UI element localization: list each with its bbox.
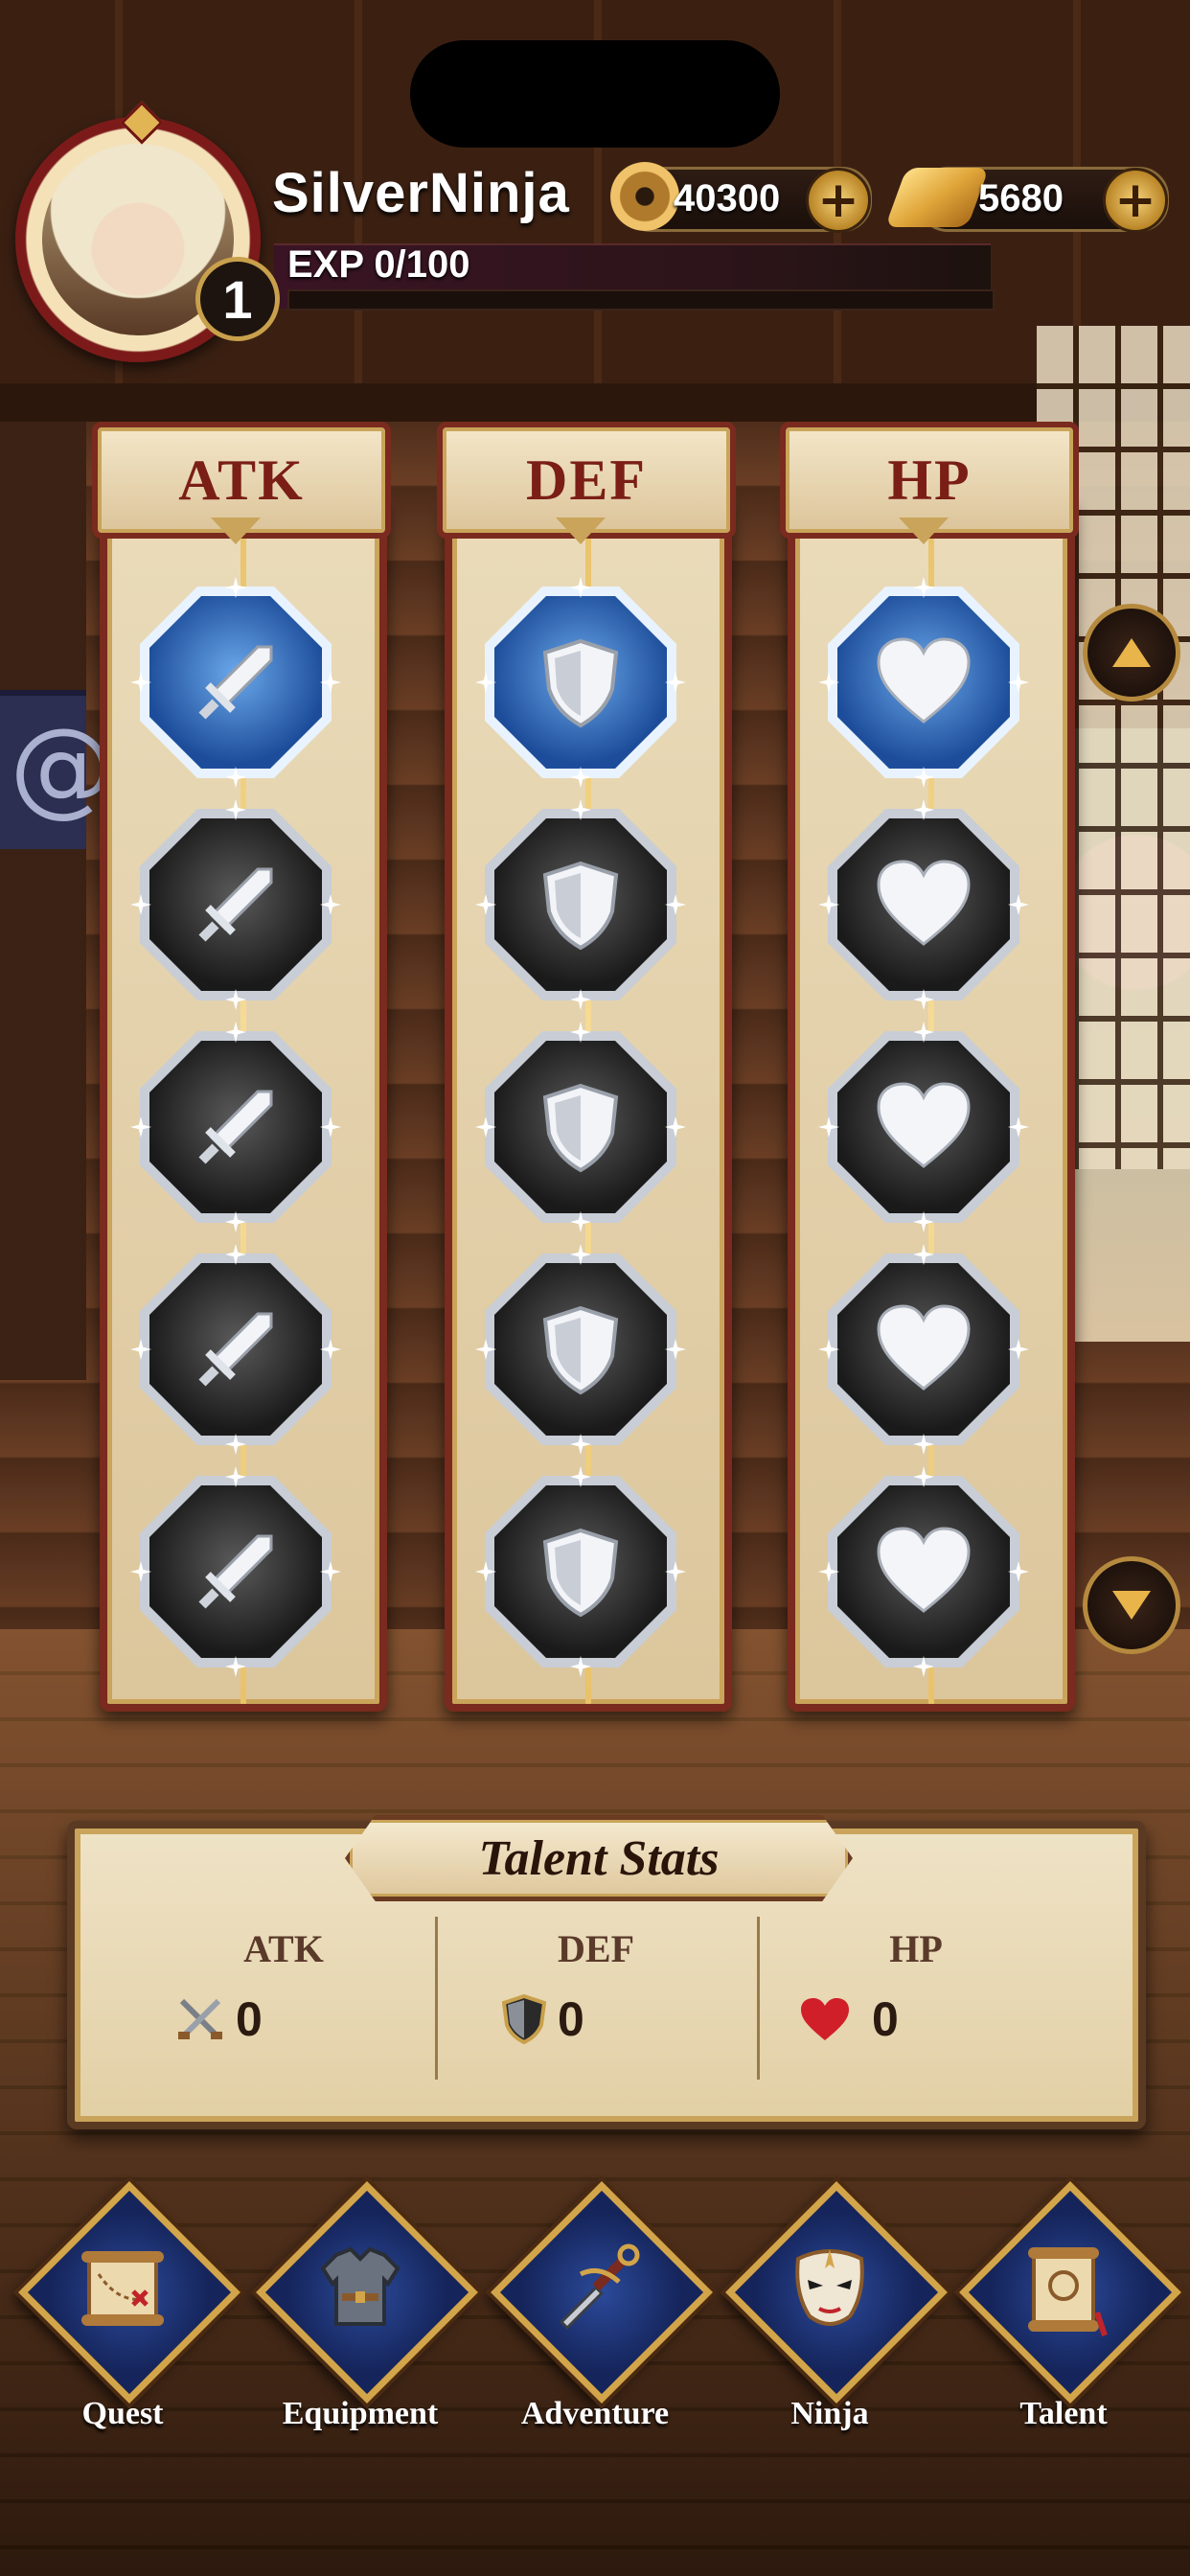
nav-ninja[interactable]: Ninja <box>724 2181 948 2434</box>
nav-label: Adventure <box>520 2396 670 2431</box>
stat-label: HP <box>889 1927 943 1970</box>
heart-icon <box>828 1476 1019 1668</box>
talent-column-atk: ATK <box>92 422 391 1712</box>
talent-node[interactable] <box>475 1022 686 1232</box>
wall-banner <box>0 690 115 849</box>
coin-icon <box>610 162 679 231</box>
talent-node[interactable] <box>818 1022 1029 1232</box>
add-gold-button[interactable]: + <box>1103 168 1168 233</box>
heart-icon <box>828 586 1019 778</box>
stat-label: DEF <box>558 1927 634 1970</box>
mask-icon <box>724 2221 935 2356</box>
chevron-down-icon <box>899 518 949 546</box>
talent-node[interactable] <box>818 799 1029 1010</box>
chevron-down-icon <box>211 518 261 546</box>
shield-icon <box>485 1254 676 1445</box>
stat-hp: HP 0 <box>772 1926 1060 2089</box>
talent-node[interactable] <box>475 577 686 788</box>
nav-label: Equipment <box>282 2396 439 2431</box>
nav-label: Ninja <box>790 2396 869 2431</box>
stat-label: ATK <box>243 1927 324 1970</box>
divider <box>757 1917 760 2080</box>
shield-icon <box>498 1993 550 2045</box>
exp-text: EXP 0/100 <box>287 243 470 286</box>
arrow-down-icon <box>1112 1591 1151 1620</box>
nav-talent[interactable]: Talent <box>958 2181 1181 2434</box>
heart-icon <box>799 1993 851 2045</box>
talent-node[interactable] <box>475 1244 686 1455</box>
talent-column-hp: HP <box>780 422 1079 1712</box>
crossed-swords-icon <box>174 1993 226 2045</box>
stat-def: DEF 0 <box>452 1926 740 2089</box>
coin-value: 40300 <box>674 177 781 219</box>
stat-value: 0 <box>236 1992 263 2046</box>
heart-icon <box>828 809 1019 1000</box>
talent-stats-title: Talent Stats <box>478 1830 720 1886</box>
talent-node[interactable] <box>818 1244 1029 1455</box>
sword-icon <box>140 1031 332 1223</box>
sword-icon <box>140 586 332 778</box>
scroll-up-button[interactable] <box>1083 604 1180 702</box>
scroll-map-icon <box>17 2221 228 2356</box>
scroll-down-button[interactable] <box>1083 1556 1180 1654</box>
heart-icon <box>828 1031 1019 1223</box>
nav-label: Talent <box>1019 2396 1108 2431</box>
left-wall <box>0 422 86 1380</box>
shield-icon <box>485 586 676 778</box>
nav-equipment[interactable]: Equipment <box>255 2181 478 2434</box>
column-title: ATK <box>178 448 305 512</box>
heart-icon <box>828 1254 1019 1445</box>
shield-icon <box>485 809 676 1000</box>
add-coins-button[interactable]: + <box>806 168 871 233</box>
stat-value: 0 <box>558 1992 584 2046</box>
talent-stats-title-plate: Talent Stats <box>345 1815 853 1901</box>
nav-adventure[interactable]: Adventure <box>490 2181 713 2434</box>
kunai-icon <box>490 2221 700 2356</box>
shield-icon <box>485 1476 676 1668</box>
talent-node[interactable] <box>818 1466 1029 1677</box>
sword-icon <box>140 809 332 1000</box>
nav-quest[interactable]: Quest <box>17 2181 240 2434</box>
armor-icon <box>255 2221 466 2356</box>
talent-column-def: DEF <box>437 422 736 1712</box>
talent-node[interactable] <box>130 1022 341 1232</box>
talent-node[interactable] <box>130 577 341 788</box>
gold-value: 5680 <box>978 177 1064 219</box>
sword-icon <box>140 1476 332 1668</box>
talent-node[interactable] <box>130 799 341 1010</box>
talent-node[interactable] <box>130 1466 341 1677</box>
nav-label: Quest <box>81 2396 164 2431</box>
talent-node[interactable] <box>475 799 686 1010</box>
gold-counter: 5680 + <box>884 167 1169 233</box>
level-badge: 1 <box>195 257 280 341</box>
chevron-down-icon <box>556 518 606 546</box>
talent-scroll-icon <box>958 2221 1169 2356</box>
stat-atk: ATK 0 <box>140 1926 427 2089</box>
arrow-up-icon <box>1112 638 1151 667</box>
column-title: DEF <box>526 448 647 512</box>
device-notch <box>410 40 780 148</box>
talent-node[interactable] <box>130 1244 341 1455</box>
stat-value: 0 <box>872 1992 899 2046</box>
column-title: HP <box>887 448 972 512</box>
shield-icon <box>485 1031 676 1223</box>
player-name: SilverNinja <box>272 162 570 224</box>
talent-node[interactable] <box>475 1466 686 1677</box>
exp-track <box>287 289 995 310</box>
coin-counter: 40300 + <box>610 162 872 233</box>
divider <box>435 1917 438 2080</box>
talent-node[interactable] <box>818 577 1029 788</box>
sword-icon <box>140 1254 332 1445</box>
